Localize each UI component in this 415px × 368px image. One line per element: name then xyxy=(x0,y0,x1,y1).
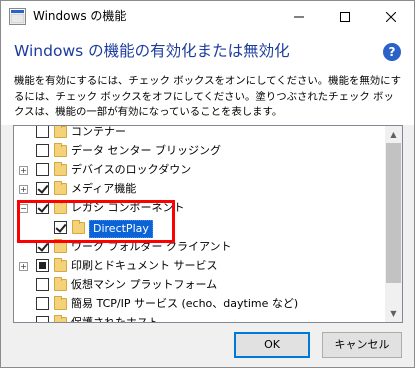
help-icon[interactable]: ? xyxy=(383,43,401,61)
feature-label: デバイスのロックダウン xyxy=(71,163,192,177)
feature-checkbox[interactable] xyxy=(36,163,49,177)
folder-icon xyxy=(54,126,67,138)
feature-checkbox[interactable] xyxy=(36,277,49,291)
tree-row[interactable]: + 印刷とドキュメント サービス xyxy=(14,257,386,276)
folder-icon xyxy=(54,276,67,291)
tree-row[interactable]: 簡易 TCP/IP サービス (echo、daytime など) xyxy=(14,295,386,314)
feature-label: メディア機能 xyxy=(71,182,137,196)
title-bar[interactable]: Windows の機能 xyxy=(1,1,414,32)
app-icon xyxy=(9,8,26,25)
header: Windows の機能の有効化または無効化 ? 機能を有効にするには、チェック … xyxy=(1,32,414,125)
feature-checkbox[interactable] xyxy=(36,296,49,310)
scroll-down-arrow-icon[interactable]: ▼ xyxy=(385,305,402,322)
maximize-icon xyxy=(340,11,350,22)
page-title: Windows の機能の有効化または無効化 xyxy=(14,42,290,60)
expand-icon[interactable]: + xyxy=(19,185,28,195)
feature-checkbox[interactable] xyxy=(36,144,49,158)
folder-icon xyxy=(54,295,67,310)
ok-button[interactable]: OK xyxy=(234,332,310,358)
scroll-up-arrow-icon[interactable]: ▲ xyxy=(385,126,402,143)
minimize-icon xyxy=(294,16,304,17)
expand-icon[interactable]: + xyxy=(19,166,28,176)
folder-icon xyxy=(54,181,67,196)
feature-checkbox[interactable] xyxy=(36,182,49,196)
windows-features-dialog: Windows の機能 Windows の機能の有効化または無効化 ? 機能を有… xyxy=(0,0,415,368)
expand-icon[interactable]: + xyxy=(19,261,28,271)
feature-label: 仮想マシン プラットフォーム xyxy=(71,277,218,291)
window-title: Windows の機能 xyxy=(33,9,127,23)
feature-label: 印刷とドキュメント サービス xyxy=(71,258,218,272)
feature-checkbox[interactable] xyxy=(36,316,49,322)
feature-label: データ センター ブリッジング xyxy=(71,144,221,158)
description-text: 機能を有効にするには、チェック ボックスをオンにしてください。機能を無効にするに… xyxy=(14,75,402,118)
tree-row[interactable]: 仮想マシン プラットフォーム xyxy=(14,276,386,295)
tree-row[interactable]: 保護されたホスト xyxy=(14,314,386,323)
close-icon xyxy=(386,11,396,22)
vertical-scrollbar[interactable]: ▲ ▼ xyxy=(385,126,402,322)
folder-icon xyxy=(54,162,67,177)
tree-row[interactable]: + メディア機能 xyxy=(14,180,386,199)
tree-row[interactable]: + デバイスのロックダウン xyxy=(14,161,386,180)
feature-label: コンテナー xyxy=(71,125,126,138)
tree-row[interactable]: コンテナー xyxy=(14,125,386,142)
feature-checkbox[interactable] xyxy=(36,258,49,272)
cancel-button[interactable]: キャンセル xyxy=(322,332,402,358)
red-highlight-annotation xyxy=(17,200,175,243)
folder-icon xyxy=(54,315,67,322)
feature-label: 簡易 TCP/IP サービス (echo、daytime など) xyxy=(71,296,299,310)
feature-checkbox[interactable] xyxy=(36,126,49,138)
scrollbar-thumb[interactable] xyxy=(386,143,401,283)
tree-row[interactable]: データ センター ブリッジング xyxy=(14,142,386,161)
close-button[interactable] xyxy=(368,1,414,32)
folder-icon xyxy=(54,143,67,158)
maximize-button[interactable] xyxy=(322,1,368,32)
minimize-button[interactable] xyxy=(276,1,322,32)
feature-label: 保護されたホスト xyxy=(71,316,159,323)
folder-icon xyxy=(54,257,67,272)
